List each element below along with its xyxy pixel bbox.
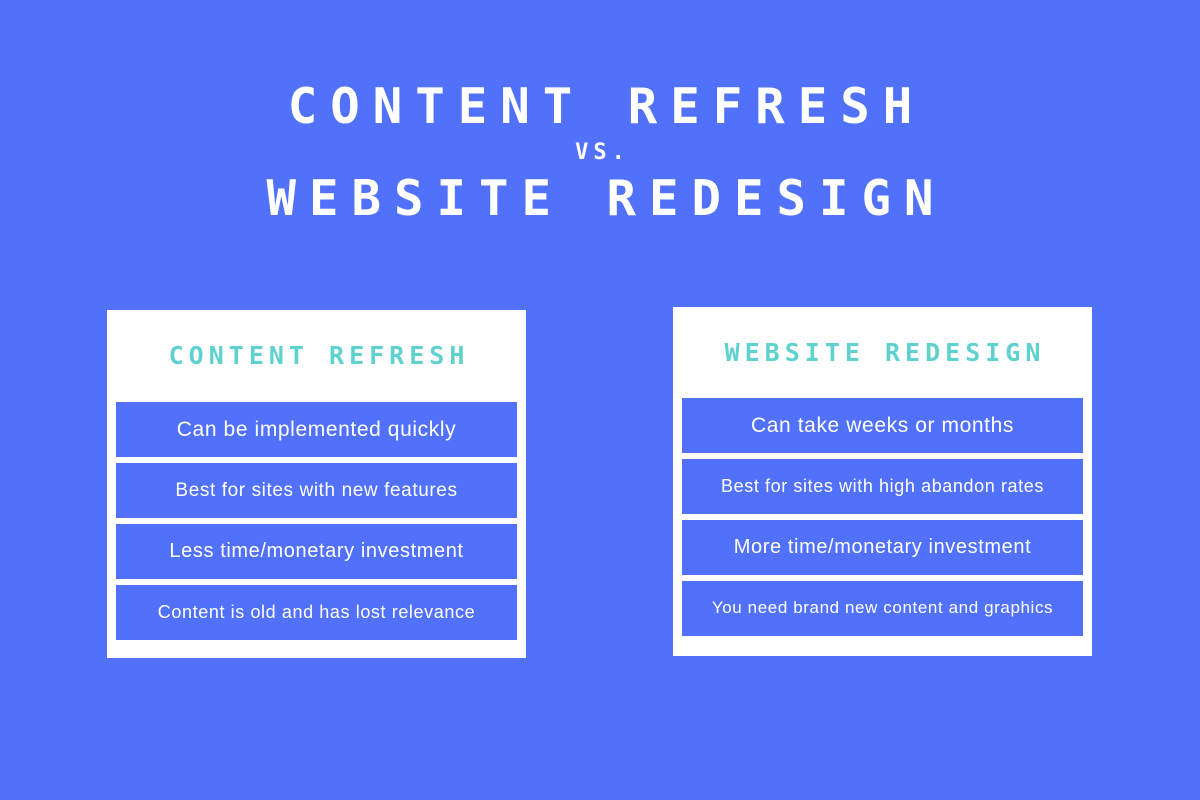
card-row-list-website-redesign: Can take weeks or months Best for sites … — [673, 398, 1092, 645]
list-item: Content is old and has lost relevance — [116, 585, 517, 640]
comparison-card-website-redesign: WEBSITE REDESIGN Can take weeks or month… — [673, 307, 1092, 656]
title-block: CONTENT REFRESH vs. WEBSITE REDESIGN — [0, 78, 1200, 228]
title-separator: vs. — [575, 140, 630, 165]
list-item: Can be implemented quickly — [116, 402, 517, 457]
card-header-content-refresh: CONTENT REFRESH — [168, 341, 470, 370]
list-item: Less time/monetary investment — [116, 524, 517, 579]
list-item: You need brand new content and graphics — [682, 581, 1083, 636]
list-item: Best for sites with new features — [116, 463, 517, 518]
infographic-canvas: CONTENT REFRESH vs. WEBSITE REDESIGN CON… — [0, 0, 1200, 800]
title-line-secondary: WEBSITE REDESIGN — [266, 170, 947, 227]
list-item: Can take weeks or months — [682, 398, 1083, 453]
comparison-card-content-refresh: CONTENT REFRESH Can be implemented quick… — [107, 310, 526, 658]
list-item: More time/monetary investment — [682, 520, 1083, 575]
title-line-primary: CONTENT REFRESH — [287, 78, 926, 135]
list-item: Best for sites with high abandon rates — [682, 459, 1083, 514]
card-row-list-content-refresh: Can be implemented quickly Best for site… — [107, 402, 526, 649]
card-header-website-redesign: WEBSITE REDESIGN — [724, 338, 1046, 367]
